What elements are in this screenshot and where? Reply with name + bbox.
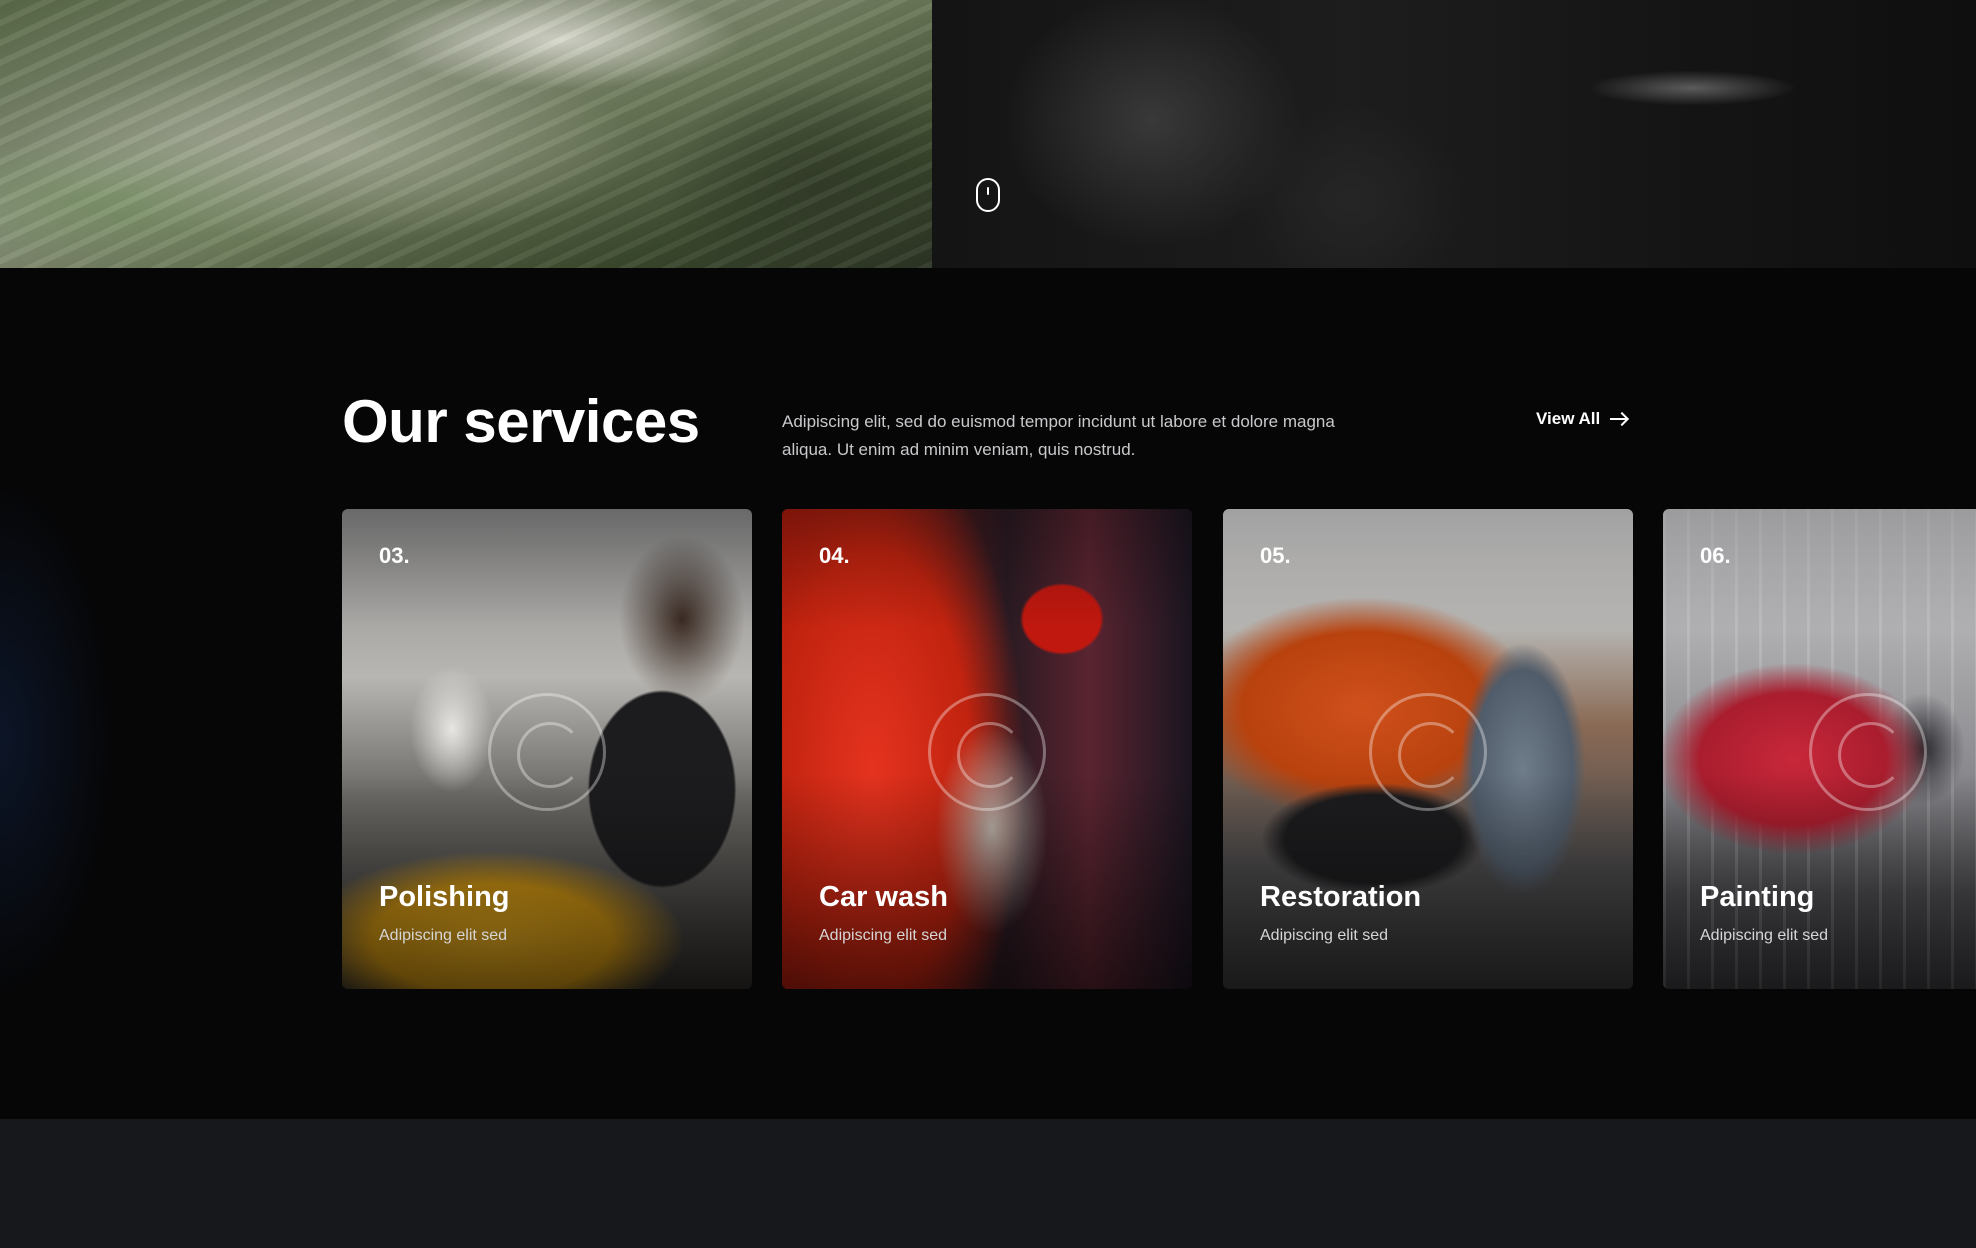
service-card-painting[interactable]: 06. Painting Adipiscing elit sed [1663,509,1976,989]
card-subtitle: Adipiscing elit sed [1700,927,1829,944]
card-title: Restoration [1260,881,1422,913]
card-subtitle: Adipiscing elit sed [379,927,508,944]
view-all-label: View All [1536,409,1601,428]
service-card-restoration[interactable]: 05. Restoration Adipiscing elit sed [1223,509,1633,989]
card-number: 06. [1700,543,1731,568]
section-title: Our services [342,388,700,455]
hero-image-left [0,0,932,268]
card-title: Polishing [379,881,510,913]
hero-image-right [932,0,1976,268]
watermark-icon [1809,693,1927,811]
arrow-right-icon [1610,412,1628,426]
card-title: Painting [1700,881,1815,913]
watermark-icon [928,693,1046,811]
hero-banner [0,0,1976,268]
mouse-icon[interactable] [976,178,1000,212]
section-description: Adipiscing elit, sed do euismod tempor i… [782,412,1335,459]
service-cards-carousel[interactable]: 03. Polishing Adipiscing elit sed 04. Ca… [0,509,1976,989]
card-subtitle: Adipiscing elit sed [819,927,948,944]
watermark-icon [1369,693,1487,811]
view-all-link[interactable]: View All [1536,409,1628,429]
card-subtitle: Adipiscing elit sed [1260,927,1389,944]
service-card-car-wash[interactable]: 04. Car wash Adipiscing elit sed [782,509,1192,989]
watermark-icon [488,693,606,811]
card-number: 03. [379,543,410,568]
card-title: Car wash [819,881,948,913]
service-card-polishing[interactable]: 03. Polishing Adipiscing elit sed [342,509,752,989]
card-number: 04. [819,543,850,568]
services-section: Our services Adipiscing elit, sed do eui… [0,268,1976,1119]
card-number: 05. [1260,543,1291,568]
footer-strip [0,1119,1976,1248]
